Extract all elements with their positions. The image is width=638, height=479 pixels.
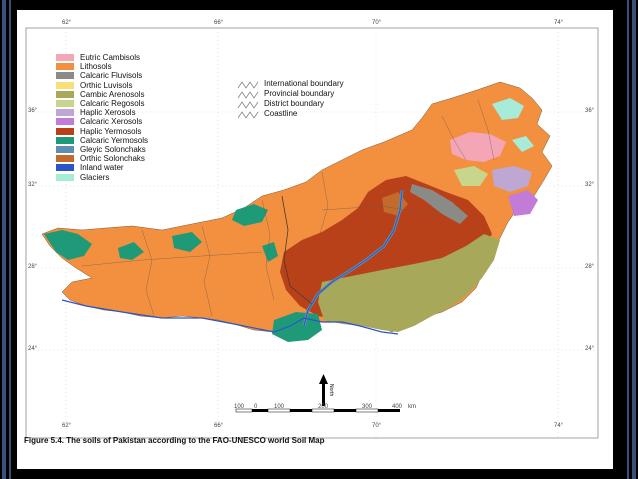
legend-label: Inland water — [80, 163, 124, 173]
legend-swatch — [56, 81, 74, 89]
legend-item: Haplic Xerosols — [56, 108, 148, 117]
frame-stripe-right — [632, 0, 636, 479]
lat-tick: 36° — [28, 108, 38, 114]
legend-item: Calcaric Xerosols — [56, 117, 148, 126]
legend-item: Calcaric Regosols — [56, 99, 148, 108]
legend-item: Calcaric Fluvisols — [56, 71, 148, 80]
legend-label: Orthic Luvisols — [80, 80, 133, 90]
legend-swatch — [56, 155, 74, 163]
legend-swatch — [56, 54, 74, 62]
legend-swatch — [56, 136, 74, 144]
lat-tick-right: 32° — [585, 182, 595, 188]
boundary-legend: International boundary Provincial bounda… — [260, 78, 344, 118]
lat-tick: 28° — [28, 264, 38, 270]
lon-tick: 70° — [372, 20, 382, 26]
scale-label: 0 — [254, 404, 258, 410]
scale-label: 300 — [362, 404, 373, 410]
legend-item: Orthic Luvisols — [56, 81, 148, 90]
scale-label: 100 — [234, 404, 245, 410]
lon-tick-bottom: 74° — [554, 423, 564, 429]
legend-swatch — [56, 145, 74, 153]
legend-label: Gleyic Solonchaks — [80, 144, 146, 154]
slide-frame: 62° 66° 70° 74° 62° 66° 70° 74° 36° 32° … — [0, 0, 638, 479]
boundary-label: District boundary — [264, 98, 325, 108]
legend-swatch — [56, 100, 74, 108]
lon-tick-bottom: 62° — [62, 423, 72, 429]
boundary-legend-item: International boundary — [260, 78, 344, 88]
lon-tick: 62° — [62, 20, 72, 26]
lat-tick-right: 28° — [585, 264, 595, 270]
north-label: North — [328, 384, 334, 397]
boundary-label: Coastline — [264, 108, 298, 118]
lon-tick: 66° — [214, 20, 224, 26]
legend-label: Calcaric Yermosols — [80, 135, 149, 145]
lat-tick-right: 36° — [585, 108, 595, 114]
frame-stripe-right-inner — [627, 0, 629, 479]
legend-item: Haplic Yermosols — [56, 127, 148, 136]
frame-stripe-left — [2, 0, 6, 479]
legend-label: Calcaric Xerosols — [80, 117, 143, 127]
boundary-legend-item: Provincial boundary — [260, 88, 344, 98]
legend-swatch — [56, 109, 74, 117]
scale-label: 100 — [274, 404, 285, 410]
boundary-label: Provincial boundary — [264, 88, 335, 98]
lon-tick: 74° — [554, 20, 564, 26]
legend-item: Calcaric Yermosols — [56, 136, 148, 145]
legend-label: Haplic Yermosols — [80, 126, 142, 136]
legend-label: Calcaric Fluvisols — [80, 71, 143, 81]
scale-label: 400 — [392, 404, 403, 410]
legend-item: Inland water — [56, 163, 148, 172]
legend-label: Orthic Solonchaks — [80, 154, 145, 164]
legend-label: Calcaric Regosols — [80, 99, 145, 109]
lon-tick-bottom: 66° — [214, 423, 224, 429]
legend-swatch — [56, 63, 74, 71]
legend-label: Glaciers — [80, 172, 110, 182]
legend-label: Eutric Cambisols — [80, 53, 141, 63]
legend-item: Cambic Arenosols — [56, 90, 148, 99]
figure-caption: Figure 5.4. The soils of Pakistan accord… — [24, 436, 325, 445]
boundary-legend-symbols — [237, 81, 259, 119]
boundary-label: International boundary — [264, 78, 344, 88]
legend-label: Lithosols — [80, 62, 112, 72]
legend-item: Eutric Cambisols — [56, 53, 148, 62]
legend-item: Glaciers — [56, 172, 148, 182]
boundary-legend-item: District boundary — [260, 98, 344, 108]
frame-stripe-left-inner — [9, 0, 11, 479]
lat-tick: 32° — [28, 182, 38, 188]
boundary-legend-item: Coastline — [260, 108, 344, 118]
lat-tick-right: 24° — [585, 346, 595, 352]
legend-item: Orthic Solonchaks — [56, 154, 148, 163]
lat-tick: 24° — [28, 346, 38, 352]
legend-swatch — [56, 164, 74, 172]
soil-legend: Eutric Cambisols Lithosols Calcaric Fluvis… — [56, 53, 148, 182]
legend-swatch — [56, 173, 74, 181]
map-page: 62° 66° 70° 74° 62° 66° 70° 74° 36° 32° … — [22, 20, 606, 463]
legend-item: Gleyic Solonchaks — [56, 145, 148, 154]
legend-swatch — [56, 72, 74, 80]
north-arrow-icon — [319, 374, 328, 406]
scale-label: km — [408, 404, 416, 410]
legend-swatch — [56, 127, 74, 135]
legend-swatch — [56, 90, 74, 98]
legend-swatch — [56, 118, 74, 126]
scale-label: 200 — [318, 404, 329, 410]
legend-label: Cambic Arenosols — [80, 89, 145, 99]
legend-item: Lithosols — [56, 62, 148, 71]
legend-label: Haplic Xerosols — [80, 108, 136, 118]
lon-tick-bottom: 70° — [372, 423, 382, 429]
